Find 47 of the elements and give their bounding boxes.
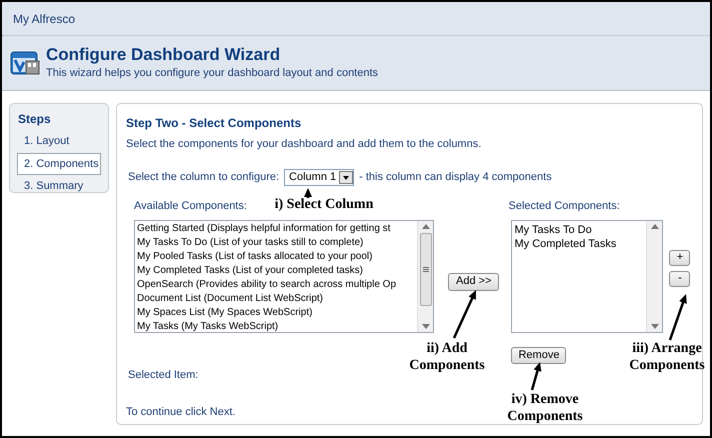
footer-hint: To continue click Next. — [126, 404, 236, 420]
page-subtitle: This wizard helps you configure your dashboard layout and contents — [46, 66, 378, 82]
remove-button[interactable]: Remove — [511, 347, 566, 364]
move-down-button[interactable]: - — [669, 270, 690, 286]
steps-title: Steps — [18, 111, 52, 128]
list-item[interactable]: My Completed Tasks (List of your completed tasks) — [137, 264, 417, 278]
callout-label: i) Select Column — [274, 196, 374, 213]
step-item[interactable]: 2. Components — [17, 152, 101, 175]
step-item[interactable]: 1. Layout — [17, 130, 101, 152]
scroll-up-icon[interactable] — [650, 224, 659, 229]
available-label: Available Components: — [134, 198, 247, 214]
scroll-down-icon[interactable] — [422, 324, 430, 329]
list-item[interactable]: My Completed Tasks — [514, 237, 646, 251]
selected-label: Selected Components: — [508, 198, 620, 214]
list-item[interactable]: Document List (Document List WebScript) — [137, 292, 417, 306]
callout-label: iv) Remove Components — [506, 391, 584, 425]
dropdown-caret-icon[interactable] — [339, 170, 354, 184]
column-select[interactable]: Column 1 — [284, 168, 354, 186]
selected-item-label: Selected Item: — [128, 368, 198, 383]
list-item[interactable]: My Tasks (My Tasks WebScript) — [137, 320, 417, 332]
column-note: - this column can display 4 components — [359, 170, 552, 185]
step-item[interactable]: 3. Summary — [17, 175, 101, 198]
scroll-thumb[interactable] — [420, 233, 432, 306]
callout-label: ii) Add Components — [408, 340, 486, 374]
step-description: Select the components for your dashboard and add them to the columns. — [126, 137, 482, 152]
page-title: Configure Dashboard Wizard — [46, 44, 282, 66]
list-item[interactable]: My Tasks To Do (List of your tasks still to complete) — [137, 236, 417, 250]
step-title: Step Two - Select Components — [126, 115, 302, 132]
selected-list[interactable]: My Tasks To Do My Completed Tasks — [511, 220, 664, 333]
scrollbar[interactable] — [417, 221, 433, 332]
scroll-down-icon[interactable] — [650, 324, 659, 329]
list-item[interactable]: My Tasks To Do — [514, 223, 646, 237]
breadcrumb-link[interactable]: My Alfresco — [13, 10, 76, 28]
available-list[interactable] — [134, 220, 434, 333]
list-item[interactable]: My Spaces List (My Spaces WebScript) — [137, 306, 417, 320]
list-item[interactable]: My Pooled Tasks (List of tasks allocated to your pool) — [137, 250, 417, 264]
column-label: Select the column to configure: — [128, 170, 280, 185]
move-up-button[interactable]: + — [669, 250, 690, 266]
list-item[interactable]: OpenSearch (Provides ability to search across multiple Op — [137, 278, 417, 292]
dashboard-icon — [10, 50, 40, 76]
scroll-up-icon[interactable] — [422, 224, 430, 229]
list-item[interactable]: Getting Started (Displays helpful information for getting st — [137, 222, 417, 236]
add-button[interactable]: Add >> — [448, 272, 500, 290]
grip-icon — [422, 267, 428, 272]
scrollbar[interactable] — [646, 221, 662, 332]
callout-arrow — [303, 186, 313, 200]
callout-label: iii) Arrange Components — [628, 340, 706, 374]
